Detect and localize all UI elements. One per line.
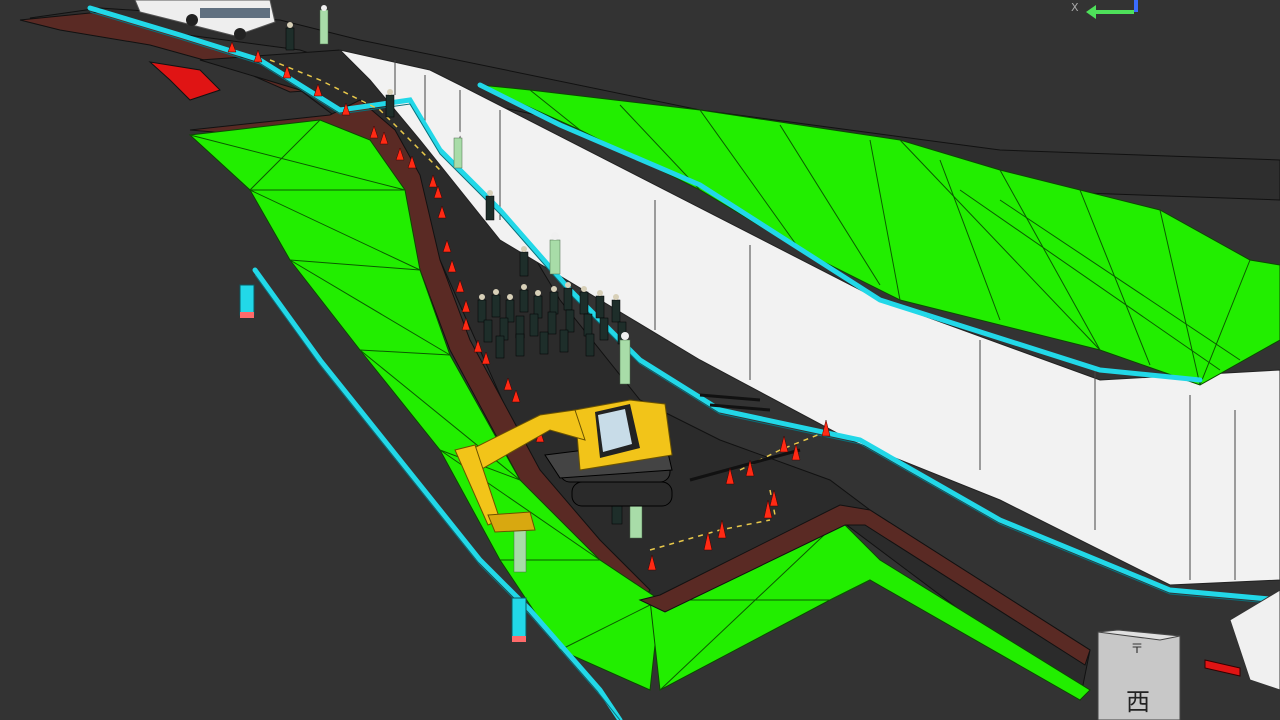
sign-character: 西 — [1126, 688, 1150, 716]
axis-x-label: X — [1071, 1, 1079, 14]
construction-scene[interactable] — [0, 0, 1280, 720]
axis-x-arrow — [1086, 5, 1096, 19]
excavator-bucket — [487, 511, 536, 533]
3d-viewport[interactable]: X 〒 西 — [0, 0, 1280, 720]
excavator-track-front — [571, 481, 673, 507]
sign-sub-mark: 〒 — [1130, 642, 1144, 657]
